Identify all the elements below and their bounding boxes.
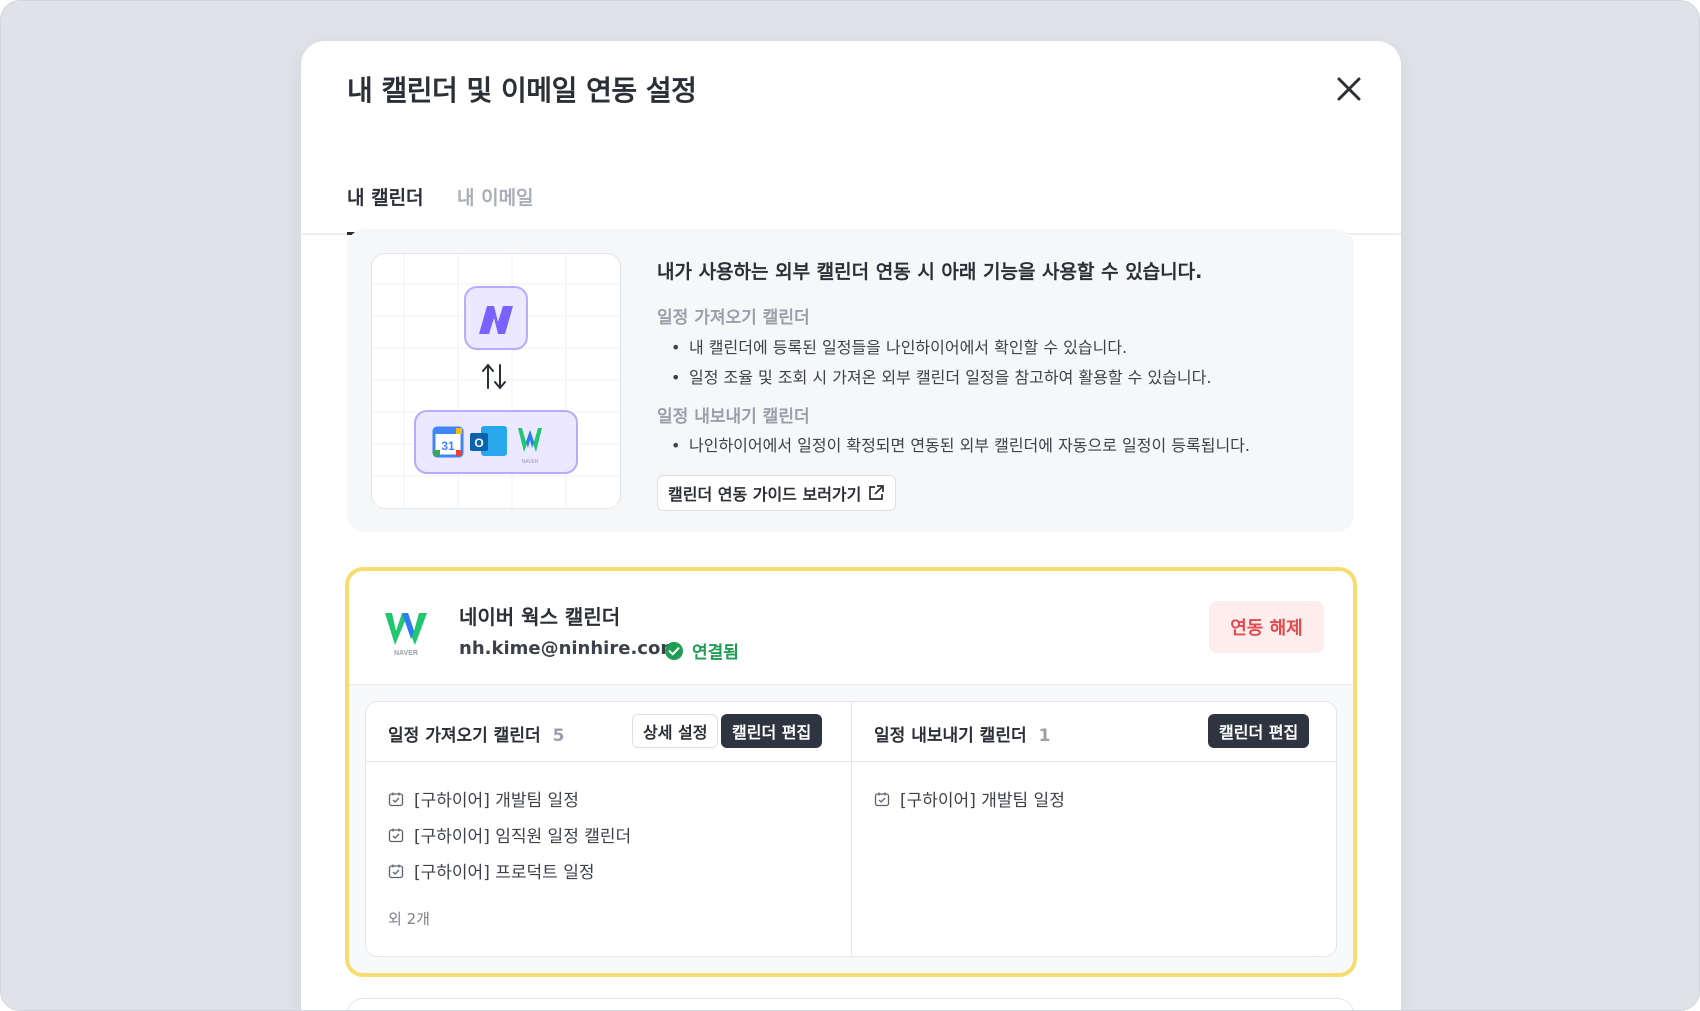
account-name: 네이버 웍스 캘린더 [459, 605, 621, 629]
edit-import-calendar-button[interactable]: 캘린더 편집 [721, 714, 823, 748]
svg-text:O: O [474, 436, 483, 450]
status-badge: 연결됨 [664, 638, 739, 663]
check-circle-icon [665, 641, 683, 660]
close-icon[interactable] [1331, 71, 1367, 107]
calendar-guide-label: 캘린더 연동 가이드 보러가기 [668, 485, 862, 504]
export-calendar-column: 일정 내보내기 캘린더 1 캘린더 편집 [구하이어] 개발팀 일정 [852, 702, 1336, 956]
naver-works-account-card: NAVER 네이버 웍스 캘린더 nh.kime@ninhire.com 연결됨… [345, 567, 1357, 977]
import-calendar-column: 일정 가져오기 캘린더 5 상세 설정 캘린더 편집 [구하이어] 개발팀 일정… [366, 702, 852, 956]
account-header: NAVER 네이버 웍스 캘린더 nh.kime@ninhire.com 연결됨… [349, 571, 1353, 685]
list-item: • 내 캘린더에 등록된 일정들을 나인하이어에서 확인할 수 있습니다. [671, 338, 1128, 357]
calendar-sync-illustration: 31 O NAVER [371, 253, 621, 509]
naver-works-logo-icon: NAVER [385, 613, 427, 657]
import-calendar-subtitle: 일정 가져오기 캘린더 [657, 308, 810, 328]
external-link-icon [869, 485, 885, 500]
svg-text:31: 31 [441, 439, 455, 453]
edit-export-calendar-button[interactable]: 캘린더 편집 [1208, 714, 1310, 748]
calendar-email-settings-modal: 내 캘린더 및 이메일 연동 설정 내 캘린더 내 이메일 31 O NAVER… [301, 41, 1401, 1010]
account-email: nh.kime@ninhire.com [459, 638, 680, 659]
export-calendar-title: 일정 내보내기 캘린더 1 [874, 726, 1051, 746]
calendar-panels: 일정 가져오기 캘린더 5 상세 설정 캘린더 편집 [구하이어] 개발팀 일정… [349, 685, 1353, 973]
calendar-check-icon [388, 792, 404, 806]
calendar-check-icon [388, 828, 404, 842]
screen-background: 내 캘린더 및 이메일 연동 설정 내 캘린더 내 이메일 31 O NAVER… [0, 0, 1700, 1011]
tab-bar: 내 캘린더 내 이메일 [301, 141, 1401, 235]
list-item: [구하이어] 개발팀 일정 [388, 786, 579, 811]
more-calendars-count: 외 2개 [388, 910, 430, 928]
tab-my-email[interactable]: 내 이메일 [457, 183, 534, 232]
disconnect-button[interactable]: 연동 해제 [1209, 601, 1324, 653]
list-item: • 일정 조율 및 조회 시 가져온 외부 캘린더 일정을 참고하여 활용할 수 … [671, 368, 1212, 387]
next-account-card [347, 998, 1354, 1010]
export-calendar-subtitle: 일정 내보내기 캘린더 [657, 407, 810, 427]
detail-settings-button[interactable]: 상세 설정 [632, 714, 719, 748]
calendar-guide-button[interactable]: 캘린더 연동 가이드 보러가기 [657, 475, 897, 511]
list-item: [구하이어] 개발팀 일정 [874, 786, 1065, 811]
list-item: [구하이어] 임직원 일정 캘린더 [388, 822, 631, 847]
info-box: 31 O NAVER 내가 사용하는 외부 캘린더 연동 시 아래 기능을 사용… [347, 229, 1354, 532]
import-calendar-title: 일정 가져오기 캘린더 5 [388, 726, 565, 746]
svg-text:NAVER: NAVER [394, 650, 418, 657]
calendar-check-icon [874, 792, 890, 806]
import-calendar-count: 5 [552, 726, 565, 746]
info-heading: 내가 사용하는 외부 캘린더 연동 시 아래 기능을 사용할 수 있습니다. [657, 261, 1203, 283]
export-calendar-header: 일정 내보내기 캘린더 1 캘린더 편집 [852, 702, 1336, 762]
list-item: [구하이어] 프로덕트 일정 [388, 858, 594, 883]
import-calendar-header: 일정 가져오기 캘린더 5 상세 설정 캘린더 편집 [366, 702, 851, 762]
status-label: 연결됨 [692, 643, 739, 663]
calendar-check-icon [388, 864, 404, 878]
svg-text:NAVER: NAVER [522, 459, 539, 465]
modal-title: 내 캘린더 및 이메일 연동 설정 [347, 74, 697, 107]
list-item: • 나인하이어에서 일정이 확정되면 연동된 외부 캘린더에 자동으로 일정이 등… [671, 436, 1250, 455]
calendar-panel: 일정 가져오기 캘린더 5 상세 설정 캘린더 편집 [구하이어] 개발팀 일정… [365, 701, 1337, 957]
export-calendar-count: 1 [1038, 726, 1051, 746]
tab-my-calendar[interactable]: 내 캘린더 [347, 183, 424, 235]
